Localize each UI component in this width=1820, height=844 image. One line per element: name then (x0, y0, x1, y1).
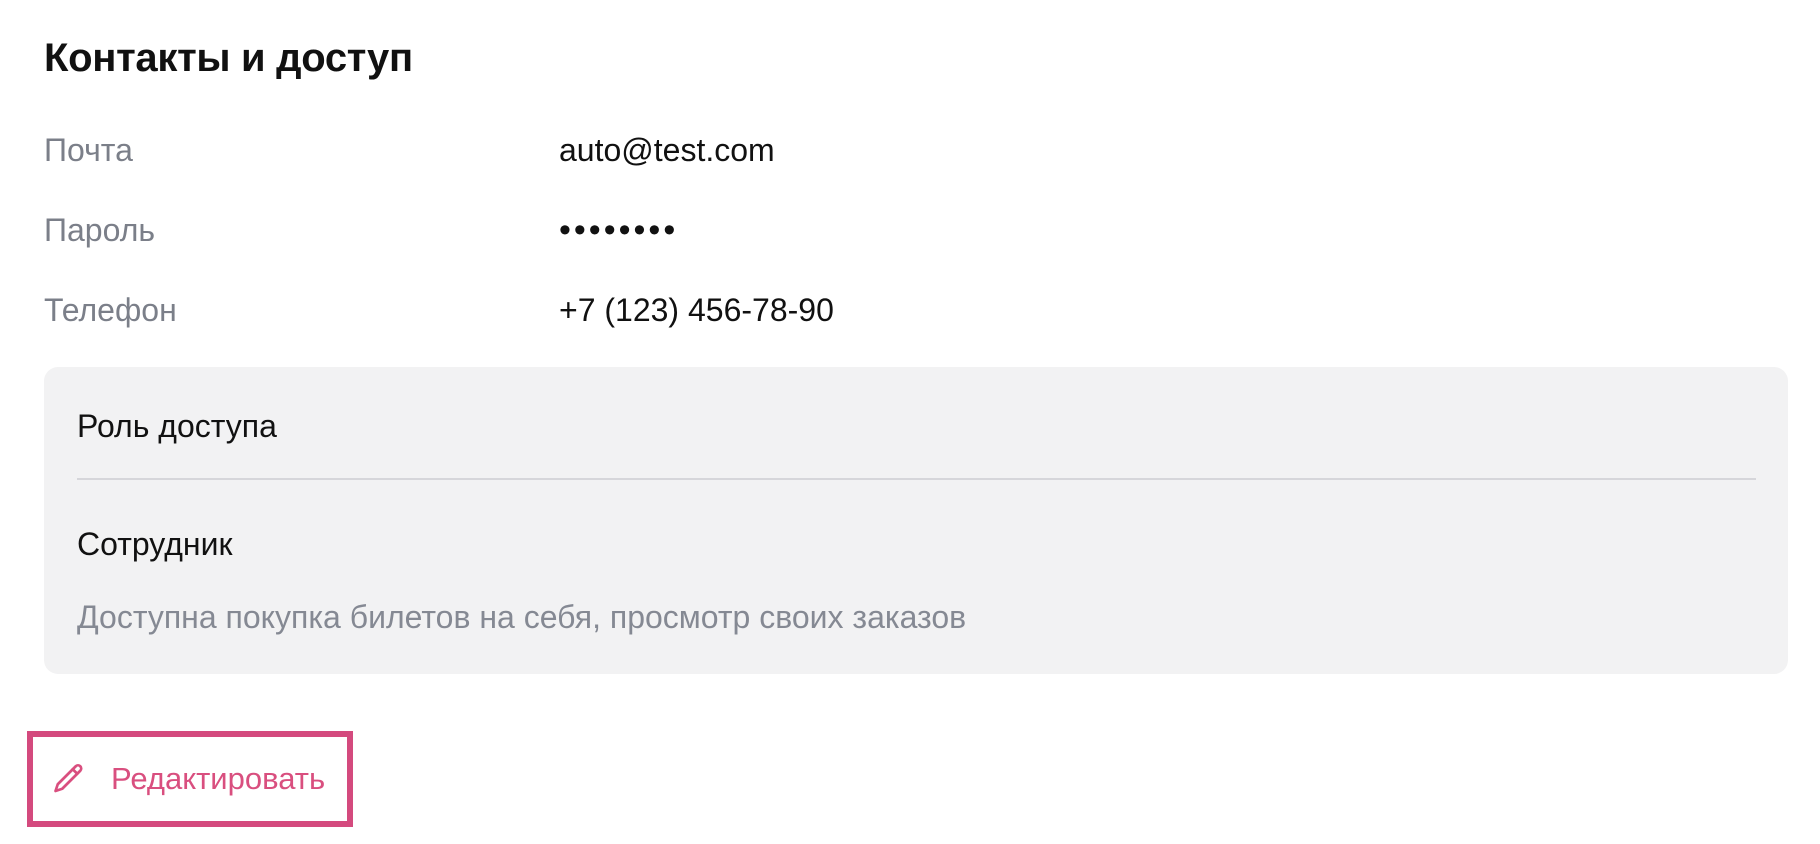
pencil-icon (51, 761, 87, 797)
email-label: Почта (44, 132, 133, 168)
password-value: •••••••• (559, 211, 679, 249)
section-title: Контакты и доступ (44, 36, 413, 80)
phone-row: Телефон +7 (123) 456-78-90 (44, 286, 1744, 334)
edit-button[interactable]: Редактировать (27, 731, 353, 827)
phone-label: Телефон (44, 292, 177, 328)
email-value: auto@test.com (559, 132, 775, 168)
role-description: Доступна покупка билетов на себя, просмо… (77, 599, 967, 635)
email-row: Почта auto@test.com (44, 126, 1744, 174)
access-role-card: Роль доступа Сотрудник Доступна покупка … (44, 367, 1788, 674)
role-divider (77, 478, 1756, 480)
role-name: Сотрудник (77, 526, 233, 562)
access-role-heading: Роль доступа (77, 408, 277, 444)
password-row: Пароль •••••••• (44, 206, 1744, 254)
password-label: Пароль (44, 212, 156, 248)
phone-value: +7 (123) 456-78-90 (559, 292, 834, 328)
edit-button-label: Редактировать (111, 761, 326, 796)
